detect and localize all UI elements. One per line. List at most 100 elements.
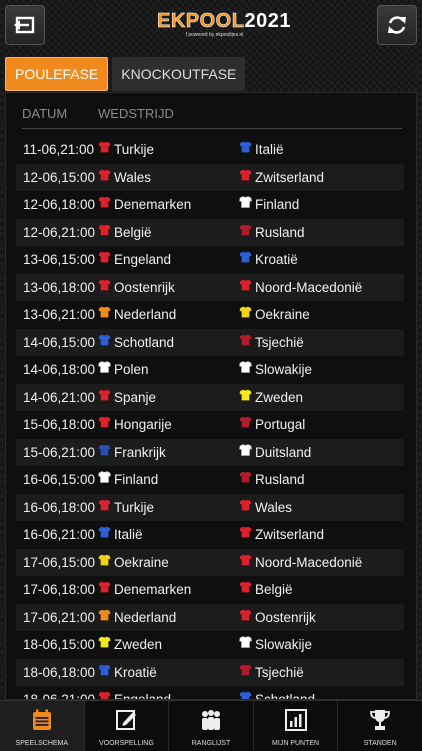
home-team: Nederland (98, 306, 176, 322)
nav-standen[interactable]: STANDEN (338, 701, 422, 751)
home-team-name: Oostenrijk (114, 279, 175, 295)
home-team-name: Schotland (114, 334, 175, 350)
home-team: Nederland (98, 608, 176, 625)
top-bar: EKPOOL2021 f powered by ekpooltjes.nl (0, 0, 422, 52)
schedule-panel: DATUM WEDSTRIJD 11-06,21:00 Turkije Italië… (5, 92, 417, 700)
back-icon (14, 16, 35, 34)
shirt-icon (239, 278, 252, 295)
home-team-name: Denemarken (114, 197, 192, 212)
home-team-name: Turkije (114, 499, 155, 515)
away-team: Tsjechië (239, 333, 304, 350)
home-team-name: Hongarije (114, 417, 172, 432)
away-team-name: Duitsland (255, 444, 312, 460)
shirt-icon (98, 581, 111, 597)
home-team: Denemarken (98, 196, 192, 212)
shirt-icon (98, 333, 111, 350)
match-date: 18-06,18:00 (23, 664, 96, 680)
back-button[interactable] (5, 5, 45, 45)
away-team-name: Noord-Macedonië (255, 279, 363, 295)
home-team-name: Spanje (114, 389, 157, 405)
away-team: Oekraine (239, 306, 310, 322)
match-row[interactable]: 14-06,21:00 Spanje Zweden (16, 383, 404, 411)
match-row[interactable]: 13-06,21:00 Nederland Oekraine (16, 301, 404, 329)
home-team: Turkije (98, 141, 155, 157)
shirt-icon (239, 141, 252, 157)
app-logo: EKPOOL2021 f powered by ekpooltjes.nl (157, 10, 291, 44)
edit-icon (114, 708, 138, 737)
home-team: Denemarken (98, 581, 191, 597)
match-row[interactable]: 17-06,21:00 Nederland Oostenrijk (16, 603, 404, 631)
shirt-icon (98, 663, 111, 680)
match-date: 11-06,21:00 (23, 142, 95, 157)
match-row[interactable]: 17-06,18:00 Denemarken België (16, 576, 404, 604)
away-team: Noord-Macedonië (239, 278, 363, 295)
refresh-button[interactable] (377, 5, 417, 45)
home-team-name: Polen (114, 362, 149, 377)
match-date: 14-06,21:00 (23, 389, 96, 405)
match-row[interactable]: 14-06,15:00 Schotland Tsjechië (16, 328, 404, 356)
match-row[interactable]: 12-06,18:00 Denemarken Finland (16, 191, 404, 219)
match-row[interactable]: 13-06,18:00 Oostenrijk Noord-Macedonië (16, 273, 404, 301)
shirt-icon (239, 333, 252, 350)
match-row[interactable]: 18-06,15:00 Zweden Slowakije (16, 631, 404, 659)
match-row[interactable]: 16-06,15:00 Finland Rusland (16, 466, 404, 494)
tab-poulefase[interactable]: POULEFASE (5, 57, 109, 91)
shirt-icon (239, 223, 252, 240)
nav-ranglijst[interactable]: RANGLIJST (169, 701, 254, 751)
shirt-icon (98, 636, 111, 652)
tab-knockoutfase[interactable]: KNOCKOUTFASE (112, 57, 246, 91)
home-team-name: Engeland (114, 692, 172, 700)
match-row[interactable]: 16-06,21:00 Italië Zwitserland (16, 521, 404, 549)
shirt-icon (239, 306, 252, 322)
shirt-icon (239, 498, 252, 515)
match-row[interactable]: 18-06,18:00 Kroatië Tsjechië (16, 658, 404, 686)
nav-speelschema[interactable]: SPEELSCHEMA (0, 701, 85, 751)
home-team: Engeland (98, 691, 172, 700)
match-date: 18-06,21:00 (23, 692, 96, 700)
match-row[interactable]: 15-06,18:00 Hongarije Portugal (16, 411, 404, 439)
shirt-icon (239, 636, 252, 652)
match-row[interactable]: 11-06,21:00 Turkije Italië (16, 136, 404, 164)
match-row[interactable]: 18-06,21:00 Engeland Schotland (16, 686, 404, 700)
users-icon (198, 708, 224, 737)
shirt-icon (98, 196, 111, 212)
match-row[interactable]: 17-06,15:00 Oekraine Noord-Macedonië (16, 548, 404, 576)
home-team-name: Turkije (114, 142, 155, 157)
column-header-match: WEDSTRIJD (98, 106, 174, 121)
match-row[interactable]: 15-06,21:00 Frankrijk Duitsland (16, 438, 404, 466)
shirt-icon (98, 553, 111, 570)
away-team: Kroatië (239, 251, 298, 267)
away-team-name: Slowakije (255, 637, 313, 652)
shirt-icon (239, 691, 252, 699)
away-team: Tsjechië (239, 663, 304, 680)
match-row[interactable]: 12-06,21:00 België Rusland (16, 218, 404, 246)
match-row[interactable]: 16-06,18:00 Turkije Wales (16, 493, 404, 521)
shirt-icon (98, 416, 111, 432)
away-team-name: Wales (255, 499, 293, 515)
nav-mijn-punten[interactable]: MIJN PUNTEN (254, 701, 339, 751)
home-team-name: Frankrijk (114, 444, 166, 460)
nav-voorspelling[interactable]: VOORSPELLING (85, 701, 170, 751)
match-row[interactable]: 12-06,15:00 Wales Zwitserland (16, 163, 404, 191)
away-team-name: Tsjechië (255, 664, 304, 680)
logo-main-text: EKPOOL (157, 10, 245, 33)
home-team-name: Engeland (114, 252, 172, 267)
home-team-name: Zweden (114, 637, 163, 652)
away-team: Duitsland (239, 443, 312, 460)
match-date: 12-06,15:00 (23, 169, 96, 185)
home-team: Finland (98, 471, 158, 487)
away-team: Oostenrijk (239, 608, 316, 625)
nav-label: RANGLIJST (191, 740, 231, 747)
shirt-icon (239, 553, 252, 570)
home-team-name: België (114, 224, 152, 240)
away-team: Zwitserland (239, 168, 324, 185)
refresh-icon (388, 16, 406, 34)
match-row[interactable]: 14-06,18:00 Polen Slowakije (16, 356, 404, 384)
home-team: Frankrijk (98, 443, 166, 460)
away-team-name: Rusland (255, 224, 305, 240)
away-team-name: Zweden (255, 389, 304, 405)
logo-year-text: 2021 (244, 10, 291, 32)
home-team: Italië (98, 526, 143, 542)
match-row[interactable]: 13-06,15:00 Engeland Kroatië (16, 246, 404, 274)
logo-subtitle: f powered by ekpooltjes.nl (185, 32, 244, 38)
